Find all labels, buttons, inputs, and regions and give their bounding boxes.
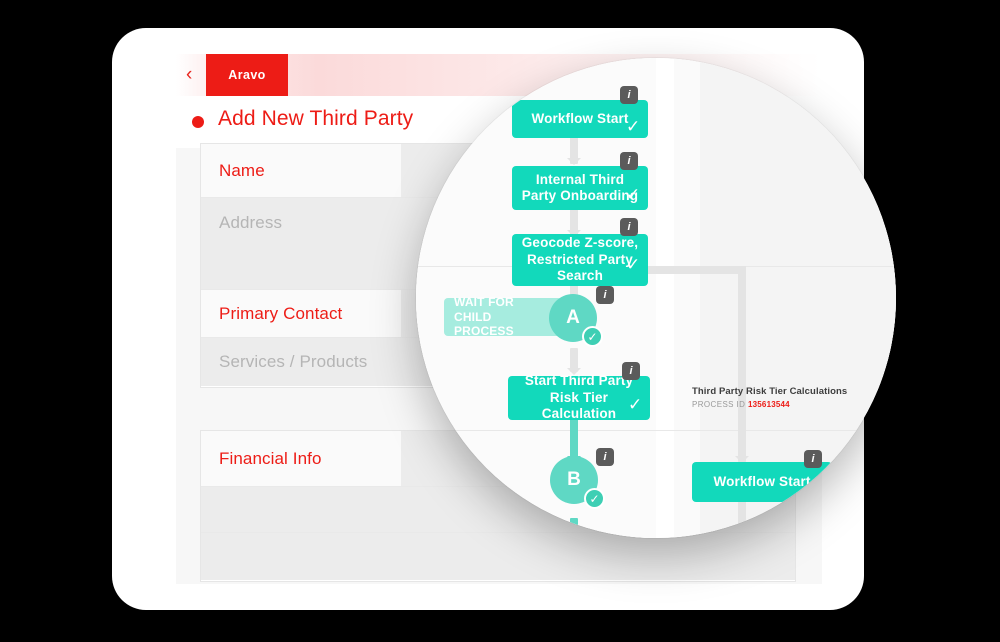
check-icon: ✓ (628, 395, 643, 414)
check-icon: ✓ (582, 326, 603, 347)
info-badge-icon[interactable]: i (622, 362, 640, 380)
workflow-divider-2 (416, 430, 896, 431)
info-badge-icon[interactable]: i (596, 448, 614, 466)
field-label-services: Services / Products (219, 352, 368, 371)
workflow-tag-wait-for-child-process: WAIT FOR CHILD PROCESS (444, 295, 562, 339)
workflow-node-label: Geocode Z-score, Restricted Party Search (521, 235, 639, 284)
field-label-name: Name (219, 161, 265, 180)
workflow-node-label: A (566, 307, 580, 328)
check-icon: ✓ (626, 255, 641, 274)
screenshot-stage: ‹ Aravo Add New Third Party Name Address… (0, 0, 1000, 642)
workflow-node-label: Start Third Party Risk Tier Calculation (524, 373, 634, 422)
info-badge-icon[interactable]: i (620, 152, 638, 170)
workflow-node-label: Workflow Start (713, 473, 811, 489)
field-label-address: Address (219, 213, 283, 232)
process-id-label: PROCESS ID (692, 400, 746, 409)
workflow-node-label: Internal Third Party Onboarding (521, 171, 639, 203)
workflow-tag-label: WAIT FOR CHILD PROCESS (454, 295, 514, 339)
workflow-detail-process: PROCESS ID 135613544 (692, 400, 790, 409)
status-dot-icon (192, 116, 204, 128)
aravo-logo[interactable]: Aravo (206, 54, 288, 96)
field-label-financial-info: Financial Info (219, 449, 322, 468)
info-badge-icon[interactable]: i (804, 450, 822, 468)
arrow-1-icon (567, 158, 581, 165)
form-row-financial-label-cell: Financial Info (201, 431, 401, 486)
arrow-8-icon (735, 536, 749, 538)
connector-8 (738, 500, 746, 538)
info-badge-icon[interactable]: i (620, 218, 638, 236)
workflow-detail-title: Third Party Risk Tier Calculations (692, 386, 848, 397)
magnifier-lens: Workflow Start i ✓ Internal Third Party … (416, 58, 896, 538)
field-label-primary-contact: Primary Contact (219, 304, 343, 323)
form-row-contact-label-cell: Primary Contact (201, 290, 401, 337)
info-badge-icon[interactable]: i (620, 86, 638, 104)
workflow-node-label: B (567, 469, 581, 490)
field-input-financial-extra-2[interactable] (201, 533, 795, 580)
check-icon: ✓ (626, 117, 641, 136)
check-icon: ✓ (626, 185, 641, 204)
check-icon: ✓ (810, 481, 825, 500)
magnified-workflow-canvas: Workflow Start i ✓ Internal Third Party … (416, 58, 896, 538)
chevron-left-icon[interactable]: ‹ (186, 65, 200, 84)
form-row-name-label-cell: Name (201, 144, 401, 197)
check-icon: ✓ (584, 488, 605, 509)
connector-6 (570, 518, 578, 538)
workflow-node-label: Workflow Start (531, 110, 629, 126)
process-id-value: 135613544 (747, 400, 790, 409)
page-title: Add New Third Party (218, 107, 414, 130)
info-badge-icon[interactable]: i (596, 286, 614, 304)
form-row-financial-extra-2[interactable] (201, 533, 795, 580)
